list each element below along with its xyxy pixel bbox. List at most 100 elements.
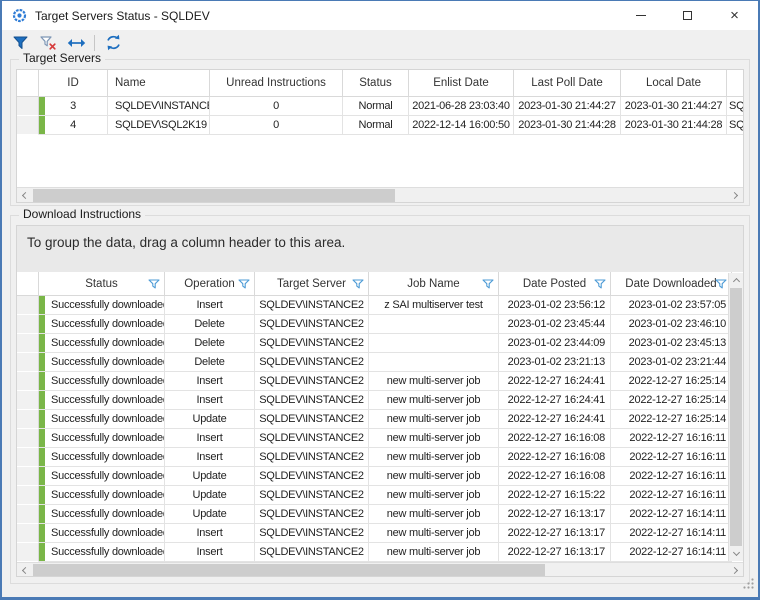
close-button[interactable]: × <box>711 1 758 30</box>
scroll-up-arrow[interactable] <box>729 273 744 288</box>
row-indicator[interactable] <box>17 505 39 524</box>
title-bar[interactable]: Target Servers Status - SQLDEV × <box>2 1 758 30</box>
hscrollbar-thumb[interactable] <box>33 564 545 577</box>
table-row[interactable]: Successfully downloaded Insert SQLDEV\IN… <box>17 391 743 410</box>
refresh-icon <box>105 34 122 51</box>
table-row[interactable]: Successfully downloaded Insert SQLDEV\IN… <box>17 448 743 467</box>
window-controls: × <box>617 1 758 30</box>
column-header-label: Status <box>359 77 392 89</box>
refresh-button[interactable] <box>103 33 123 53</box>
table-row[interactable]: Successfully downloaded Insert SQLDEV\IN… <box>17 543 743 562</box>
filter-icon[interactable] <box>715 278 727 289</box>
table-row[interactable]: Successfully downloaded Delete SQLDEV\IN… <box>17 334 743 353</box>
column-header-id[interactable]: ID <box>39 70 108 97</box>
target-servers-empty-area <box>17 135 743 187</box>
table-row[interactable]: Successfully downloaded Insert SQLDEV\IN… <box>17 524 743 543</box>
filter-icon[interactable] <box>238 278 250 289</box>
row-indicator[interactable] <box>17 448 39 467</box>
row-indicator[interactable] <box>17 372 39 391</box>
table-row[interactable]: Successfully downloaded Update SQLDEV\IN… <box>17 486 743 505</box>
column-header-last-poll-date[interactable]: Last Poll Date <box>514 70 621 97</box>
column-header-operation[interactable]: Operation <box>165 272 255 296</box>
column-header-unread-instructions[interactable]: Unread Instructions <box>210 70 343 97</box>
row-indicator[interactable] <box>17 391 39 410</box>
column-header-date-posted[interactable]: Date Posted <box>499 272 611 296</box>
cell-target-server: SQLDEV\INSTANCE2 <box>255 296 369 315</box>
row-indicator[interactable] <box>17 410 39 429</box>
cell-target-server: SQLDEV\INSTANCE2 <box>255 334 369 353</box>
column-header-enlist-date[interactable]: Enlist Date <box>409 70 514 97</box>
group-by-panel[interactable]: To group the data, drag a column header … <box>17 226 743 272</box>
target-servers-header-row: ID Name Unread Instructions Status Enlis… <box>17 70 743 97</box>
cell-job-name: new multi-server job <box>369 429 499 448</box>
row-indicator[interactable] <box>17 543 39 562</box>
download-instructions-groupbox: Download Instructions To group the data,… <box>10 215 750 584</box>
vscrollbar-thumb[interactable] <box>730 288 742 546</box>
minimize-button[interactable] <box>617 1 664 30</box>
column-header-name[interactable]: Name <box>108 70 210 97</box>
table-row[interactable]: Successfully downloaded Insert SQLDEV\IN… <box>17 296 743 315</box>
column-header-status[interactable]: Status <box>39 272 165 296</box>
table-row[interactable]: Successfully downloaded Delete SQLDEV\IN… <box>17 315 743 334</box>
scroll-left-arrow[interactable] <box>17 563 32 577</box>
cell-job-name: new multi-server job <box>369 410 499 429</box>
fit-columns-button[interactable] <box>66 33 86 53</box>
cell-operation: Update <box>165 467 255 486</box>
row-indicator[interactable] <box>17 315 39 334</box>
row-indicator[interactable] <box>17 467 39 486</box>
table-row[interactable]: 4 SQLDEV\SQL2K19 0 Normal 2022-12-14 16:… <box>17 116 743 135</box>
table-row[interactable]: Successfully downloaded Delete SQLDEV\IN… <box>17 353 743 372</box>
column-header-job-name[interactable]: Job Name <box>369 272 499 296</box>
resize-grip[interactable] <box>742 577 755 595</box>
filter-icon[interactable] <box>148 278 160 289</box>
cell-enlist-date: 2022-12-14 16:00:50 <box>409 116 514 135</box>
filter-icon[interactable] <box>352 278 364 289</box>
filter-button[interactable] <box>10 33 30 53</box>
cell-operation: Update <box>165 486 255 505</box>
cell-target-server: SQLDEV\INSTANCE2 <box>255 486 369 505</box>
filter-icon[interactable] <box>594 278 606 289</box>
table-row[interactable]: Successfully downloaded Update SQLDEV\IN… <box>17 505 743 524</box>
cell-last-poll-date: 2023-01-30 21:44:28 <box>514 116 621 135</box>
column-header-overflow[interactable] <box>727 70 744 97</box>
table-row[interactable]: Successfully downloaded Insert SQLDEV\IN… <box>17 429 743 448</box>
row-indicator[interactable] <box>17 296 39 315</box>
download-instructions-vscrollbar[interactable] <box>728 273 743 561</box>
scroll-right-arrow[interactable] <box>728 563 743 577</box>
row-indicator[interactable] <box>17 334 39 353</box>
clear-filter-button[interactable] <box>38 33 58 53</box>
cell-date-downloaded: 2023-01-02 23:57:05 <box>611 296 732 315</box>
table-row[interactable]: Successfully downloaded Update SQLDEV\IN… <box>17 467 743 486</box>
download-instructions-hscrollbar[interactable] <box>17 562 743 577</box>
hscrollbar-thumb[interactable] <box>33 189 395 202</box>
table-row[interactable]: 3 SQLDEV\INSTANCE2 0 Normal 2021-06-28 2… <box>17 97 743 116</box>
cell-date-posted: 2022-12-27 16:24:41 <box>499 410 611 429</box>
table-row[interactable]: Successfully downloaded Update SQLDEV\IN… <box>17 410 743 429</box>
scroll-right-arrow[interactable] <box>728 188 743 203</box>
scroll-down-arrow[interactable] <box>729 546 744 561</box>
table-row[interactable]: Successfully downloaded Insert SQLDEV\IN… <box>17 372 743 391</box>
scroll-left-arrow[interactable] <box>17 188 32 203</box>
row-indicator[interactable] <box>17 97 39 116</box>
maximize-button[interactable] <box>664 1 711 30</box>
cell-local-date: 2023-01-30 21:44:28 <box>621 116 727 135</box>
cell-job-name: new multi-server job <box>369 467 499 486</box>
filter-icon[interactable] <box>482 278 494 289</box>
row-indicator[interactable] <box>17 429 39 448</box>
target-servers-group-label: Target Servers <box>19 51 105 65</box>
cell-target-server: SQLDEV\INSTANCE2 <box>255 505 369 524</box>
target-servers-hscrollbar[interactable] <box>17 187 743 202</box>
column-header-label: Name <box>115 77 146 89</box>
row-indicator[interactable] <box>17 116 39 135</box>
cell-date-downloaded: 2022-12-27 16:16:11 <box>611 448 732 467</box>
row-indicator[interactable] <box>17 353 39 372</box>
cell-operation: Insert <box>165 296 255 315</box>
cell-date-posted: 2022-12-27 16:13:17 <box>499 524 611 543</box>
row-indicator[interactable] <box>17 486 39 505</box>
column-header-local-date[interactable]: Local Date <box>621 70 727 97</box>
column-header-date-downloaded[interactable]: Date Downloaded <box>611 272 732 296</box>
column-header-target-server[interactable]: Target Server <box>255 272 369 296</box>
chevron-right-icon <box>731 567 738 574</box>
column-header-status[interactable]: Status <box>343 70 409 97</box>
row-indicator[interactable] <box>17 524 39 543</box>
